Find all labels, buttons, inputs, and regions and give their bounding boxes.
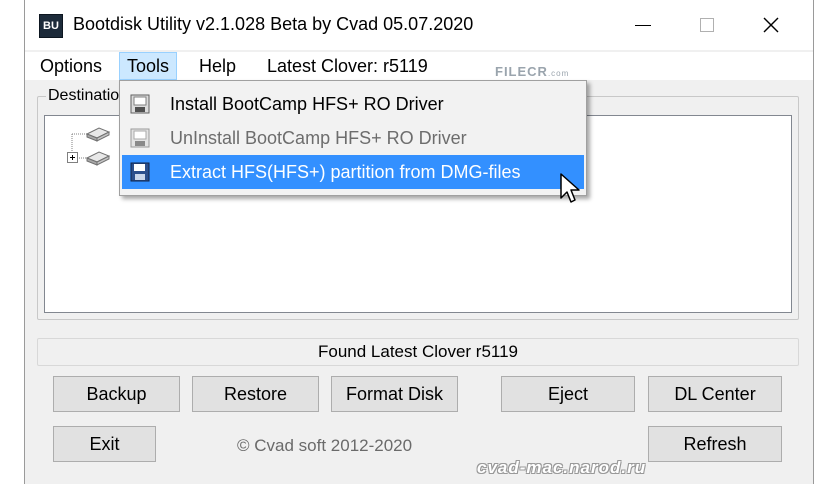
menu-item-extract-hfs-partition[interactable]: Extract HFS(HFS+) partition from DMG-fil…	[122, 155, 584, 189]
menu-item-uninstall-bootcamp-driver: UnInstall BootCamp HFS+ RO Driver	[122, 121, 584, 155]
menu-latest-clover[interactable]: Latest Clover: r5119	[260, 52, 435, 80]
refresh-button[interactable]: Refresh	[648, 426, 782, 462]
driver-icon	[130, 128, 150, 148]
filecr-watermark: FILECR.com	[495, 64, 569, 79]
menu-help[interactable]: Help	[192, 52, 243, 80]
menu-tools[interactable]: Tools	[119, 52, 178, 80]
backup-button[interactable]: Backup	[53, 376, 180, 412]
site-watermark: cvad-mac.narod.ru	[477, 458, 647, 477]
close-button[interactable]	[739, 0, 803, 50]
exit-button[interactable]: Exit	[53, 426, 156, 462]
mouse-pointer-icon	[560, 173, 580, 203]
tools-dropdown-menu: Install BootCamp HFS+ RO Driver UnInstal…	[119, 80, 587, 196]
driver-icon	[130, 94, 150, 114]
hard-drive-icon[interactable]	[85, 126, 111, 142]
window-title: Bootdisk Utility v2.1.028 Beta by Cvad 0…	[73, 14, 474, 34]
menu-item-label: UnInstall BootCamp HFS+ RO Driver	[170, 128, 467, 148]
hard-drive-icon[interactable]	[85, 150, 111, 166]
close-icon	[763, 17, 779, 33]
app-logo-icon: BU	[39, 14, 63, 38]
maximize-icon	[700, 18, 714, 32]
format-disk-button[interactable]: Format Disk	[331, 376, 458, 412]
menu-item-install-bootcamp-driver[interactable]: Install BootCamp HFS+ RO Driver	[122, 87, 584, 121]
watermark-domain: .com	[547, 69, 570, 78]
minimize-button[interactable]	[611, 0, 675, 50]
status-message: Found Latest Clover r5119	[37, 338, 799, 366]
copyright-text: © Cvad soft 2012-2020	[237, 436, 413, 455]
maximize-button[interactable]	[675, 0, 739, 50]
menu-item-label: Extract HFS(HFS+) partition from DMG-fil…	[170, 162, 521, 182]
plus-icon	[70, 155, 75, 160]
eject-button[interactable]: Eject	[501, 376, 635, 412]
restore-button[interactable]: Restore	[192, 376, 319, 412]
menu-item-label: Install BootCamp HFS+ RO Driver	[170, 94, 444, 114]
menu-bar: Options Tools Help Latest Clover: r5119	[25, 52, 813, 81]
minimize-icon	[635, 24, 651, 26]
menu-options[interactable]: Options	[33, 52, 109, 80]
tree-expand-toggle[interactable]	[67, 152, 78, 163]
destination-label: Destination	[46, 87, 131, 105]
floppy-disk-icon	[130, 162, 150, 182]
dl-center-button[interactable]: DL Center	[648, 376, 782, 412]
title-bar[interactable]: BU Bootdisk Utility v2.1.028 Beta by Cva…	[25, 0, 813, 50]
app-window: BU Bootdisk Utility v2.1.028 Beta by Cva…	[24, 0, 814, 484]
watermark-brand: FILECR	[495, 64, 548, 79]
